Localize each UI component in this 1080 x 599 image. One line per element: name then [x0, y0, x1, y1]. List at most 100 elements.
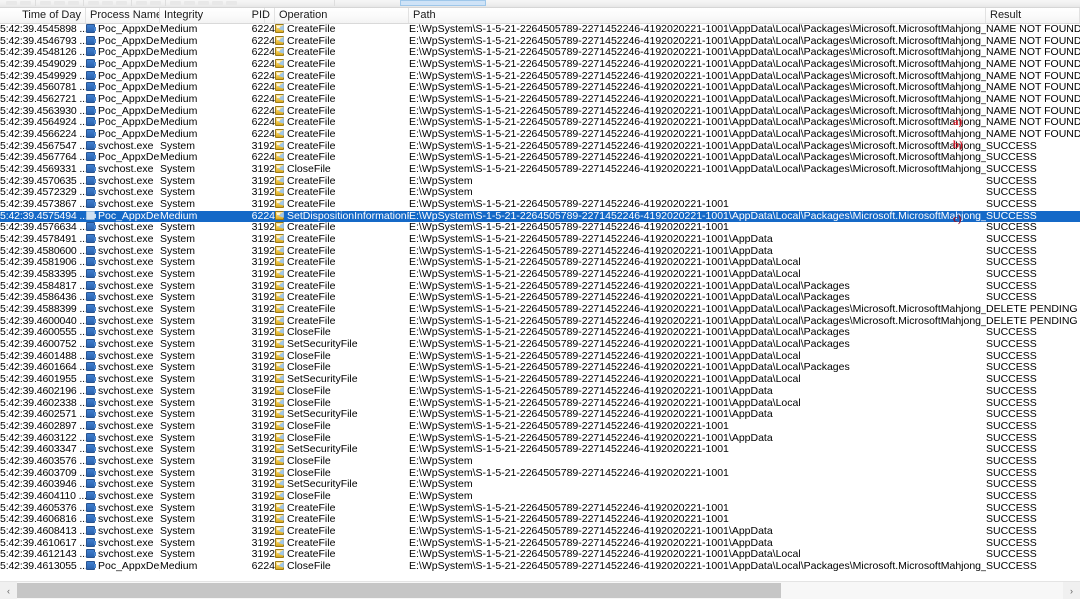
toolbar-selected-item[interactable]: [400, 0, 486, 6]
find-icon[interactable]: [116, 1, 127, 5]
table-row[interactable]: 5:42:39.4602571 ...svchost.exeSystem3192…: [0, 409, 1080, 421]
cell-operation-label: CloseFile: [287, 386, 331, 397]
table-row[interactable]: 5:42:39.4569331 ...svchost.exeSystem3192…: [0, 164, 1080, 176]
table-row[interactable]: 5:42:39.4583395 ...svchost.exeSystem3192…: [0, 269, 1080, 281]
table-row[interactable]: 5:42:39.4578491 ...svchost.exeSystem3192…: [0, 234, 1080, 246]
table-row-selected[interactable]: 5:42:39.4575494 ...Poc_AppxDepl...Medium…: [0, 211, 1080, 223]
table-row[interactable]: 5:42:39.4570635 ...svchost.exeSystem3192…: [0, 176, 1080, 188]
table-row[interactable]: 5:42:39.4545898 ...Poc_AppxDepl...Medium…: [0, 24, 1080, 36]
table-row[interactable]: 5:42:39.4603709 ...svchost.exeSystem3192…: [0, 468, 1080, 480]
cell-process-label: Poc_AppxDepl...: [98, 152, 160, 163]
table-row[interactable]: 5:42:39.4562721 ...Poc_AppxDepl...Medium…: [0, 94, 1080, 106]
table-row[interactable]: 5:42:39.4548126 ...Poc_AppxDepl...Medium…: [0, 47, 1080, 59]
table-row[interactable]: 5:42:39.4610617 ...svchost.exeSystem3192…: [0, 538, 1080, 550]
column-header-operation[interactable]: Operation: [275, 8, 409, 23]
table-row[interactable]: 5:42:39.4584817 ...svchost.exeSystem3192…: [0, 281, 1080, 293]
horizontal-scrollbar[interactable]: ‹ ›: [0, 581, 1080, 599]
table-row[interactable]: 5:42:39.4573867 ...svchost.exeSystem3192…: [0, 199, 1080, 211]
table-row[interactable]: 5:42:39.4601664 ...svchost.exeSystem3192…: [0, 362, 1080, 374]
table-row[interactable]: 5:42:39.4603946 ...svchost.exeSystem3192…: [0, 479, 1080, 491]
table-row[interactable]: 5:42:39.4546793 ...Poc_AppxDepl...Medium…: [0, 36, 1080, 48]
cell-time: 5:42:39.4603946 ...: [0, 479, 86, 491]
column-header-pid[interactable]: PID: [233, 8, 275, 23]
open-icon[interactable]: [6, 1, 17, 5]
table-row[interactable]: 5:42:39.4600040 ...svchost.exeSystem3192…: [0, 316, 1080, 328]
network-filter-icon[interactable]: [198, 1, 209, 5]
column-header-result[interactable]: Result: [986, 8, 1080, 23]
column-header-path[interactable]: Path: [409, 8, 986, 23]
column-header-row[interactable]: Time of DayProcess NameIntegrityPIDOpera…: [0, 8, 1080, 24]
cell-path: E:\WpSystem\S-1-5-21-2264505789-22714522…: [409, 234, 986, 246]
tree-icon[interactable]: [150, 1, 161, 5]
cell-result: SUCCESS: [986, 187, 1080, 199]
file-operation-icon: [275, 479, 284, 488]
clear-icon[interactable]: [68, 1, 79, 5]
table-row[interactable]: 5:42:39.4581906 ...svchost.exeSystem3192…: [0, 257, 1080, 269]
file-filter-icon[interactable]: [184, 1, 195, 5]
cell-process: svchost.exe: [86, 456, 160, 468]
table-row[interactable]: 5:42:39.4549929 ...Poc_AppxDepl...Medium…: [0, 71, 1080, 83]
autoscroll-icon[interactable]: [54, 1, 65, 5]
table-row[interactable]: 5:42:39.4586436 ...svchost.exeSystem3192…: [0, 292, 1080, 304]
table-row[interactable]: 5:42:39.4567547 ...svchost.exeSystem3192…: [0, 141, 1080, 153]
table-row[interactable]: 5:42:39.4604110 ...svchost.exeSystem3192…: [0, 491, 1080, 503]
jump-icon[interactable]: [136, 1, 147, 5]
cell-result: SUCCESS: [986, 327, 1080, 339]
scrollbar-track[interactable]: [17, 582, 1063, 599]
file-operation-icon: [275, 304, 284, 313]
cell-process: svchost.exe: [86, 222, 160, 234]
table-row[interactable]: 5:42:39.4566224 ...Poc_AppxDepl...Medium…: [0, 129, 1080, 141]
registry-filter-icon[interactable]: [170, 1, 181, 5]
table-row[interactable]: 5:42:39.4560781 ...Poc_AppxDepl...Medium…: [0, 82, 1080, 94]
table-row[interactable]: 5:42:39.4563930 ...Poc_AppxDepl...Medium…: [0, 106, 1080, 118]
toolbar-strip[interactable]: [0, 0, 1080, 8]
table-row[interactable]: 5:42:39.4588399 ...svchost.exeSystem3192…: [0, 304, 1080, 316]
table-row[interactable]: 5:42:39.4608413 ...svchost.exeSystem3192…: [0, 526, 1080, 538]
table-row[interactable]: 5:42:39.4600752 ...svchost.exeSystem3192…: [0, 339, 1080, 351]
scroll-left-arrow[interactable]: ‹: [0, 582, 17, 599]
table-row[interactable]: 5:42:39.4603347 ...svchost.exeSystem3192…: [0, 444, 1080, 456]
table-row[interactable]: 5:42:39.4576634 ...svchost.exeSystem3192…: [0, 222, 1080, 234]
cell-process: svchost.exe: [86, 164, 160, 176]
cell-path: E:\WpSystem\S-1-5-21-2264505789-22714522…: [409, 327, 986, 339]
table-row[interactable]: 5:42:39.4602196 ...svchost.exeSystem3192…: [0, 386, 1080, 398]
cell-result: NAME NOT FOUND: [986, 24, 1080, 36]
cell-process-label: svchost.exe: [98, 456, 153, 467]
scrollbar-thumb[interactable]: [17, 583, 781, 598]
table-row[interactable]: 5:42:39.4567764 ...Poc_AppxDepl...Medium…: [0, 152, 1080, 164]
table-row[interactable]: 5:42:39.4606816 ...svchost.exeSystem3192…: [0, 514, 1080, 526]
save-icon[interactable]: [20, 1, 31, 5]
table-row[interactable]: 5:42:39.4603576 ...svchost.exeSystem3192…: [0, 456, 1080, 468]
table-row[interactable]: 5:42:39.4613055 ...Poc_AppxDepl...Medium…: [0, 561, 1080, 573]
table-row[interactable]: 5:42:39.4549029 ...Poc_AppxDepl...Medium…: [0, 59, 1080, 71]
scroll-right-arrow[interactable]: ›: [1063, 582, 1080, 599]
cell-pid: 3192: [233, 514, 275, 526]
filter-icon[interactable]: [88, 1, 99, 5]
process-icon: [86, 491, 95, 500]
cell-process-label: svchost.exe: [98, 187, 153, 198]
table-row[interactable]: 5:42:39.4602338 ...svchost.exeSystem3192…: [0, 398, 1080, 410]
cell-path: E:\WpSystem\S-1-5-21-2264505789-22714522…: [409, 339, 986, 351]
cell-process: Poc_AppxDepl...: [86, 561, 160, 573]
table-row[interactable]: 5:42:39.4602897 ...svchost.exeSystem3192…: [0, 421, 1080, 433]
table-row[interactable]: 5:42:39.4601955 ...svchost.exeSystem3192…: [0, 374, 1080, 386]
table-row[interactable]: 5:42:39.4600555 ...svchost.exeSystem3192…: [0, 327, 1080, 339]
cell-operation-label: CloseFile: [287, 561, 331, 572]
cell-time: 5:42:39.4602338 ...: [0, 398, 86, 410]
capture-icon[interactable]: [40, 1, 51, 5]
column-header-time[interactable]: Time of Day: [0, 8, 86, 23]
column-header-process[interactable]: Process Name: [86, 8, 160, 23]
profiling-filter-icon[interactable]: [226, 1, 237, 5]
event-list[interactable]: 5:42:39.4545898 ...Poc_AppxDepl...Medium…: [0, 24, 1080, 581]
cell-process: Poc_AppxDepl...: [86, 129, 160, 141]
process-filter-icon[interactable]: [212, 1, 223, 5]
table-row[interactable]: 5:42:39.4605376 ...svchost.exeSystem3192…: [0, 503, 1080, 515]
table-row[interactable]: 5:42:39.4601488 ...svchost.exeSystem3192…: [0, 351, 1080, 363]
table-row[interactable]: 5:42:39.4612143 ...svchost.exeSystem3192…: [0, 549, 1080, 561]
highlight-icon[interactable]: [102, 1, 113, 5]
table-row[interactable]: 5:42:39.4572329 ...svchost.exeSystem3192…: [0, 187, 1080, 199]
table-row[interactable]: 5:42:39.4603122 ...svchost.exeSystem3192…: [0, 433, 1080, 445]
cell-time: 5:42:39.4548126 ...: [0, 47, 86, 59]
table-row[interactable]: 5:42:39.4580600 ...svchost.exeSystem3192…: [0, 246, 1080, 258]
table-row[interactable]: 5:42:39.4564924 ...Poc_AppxDepl...Medium…: [0, 117, 1080, 129]
